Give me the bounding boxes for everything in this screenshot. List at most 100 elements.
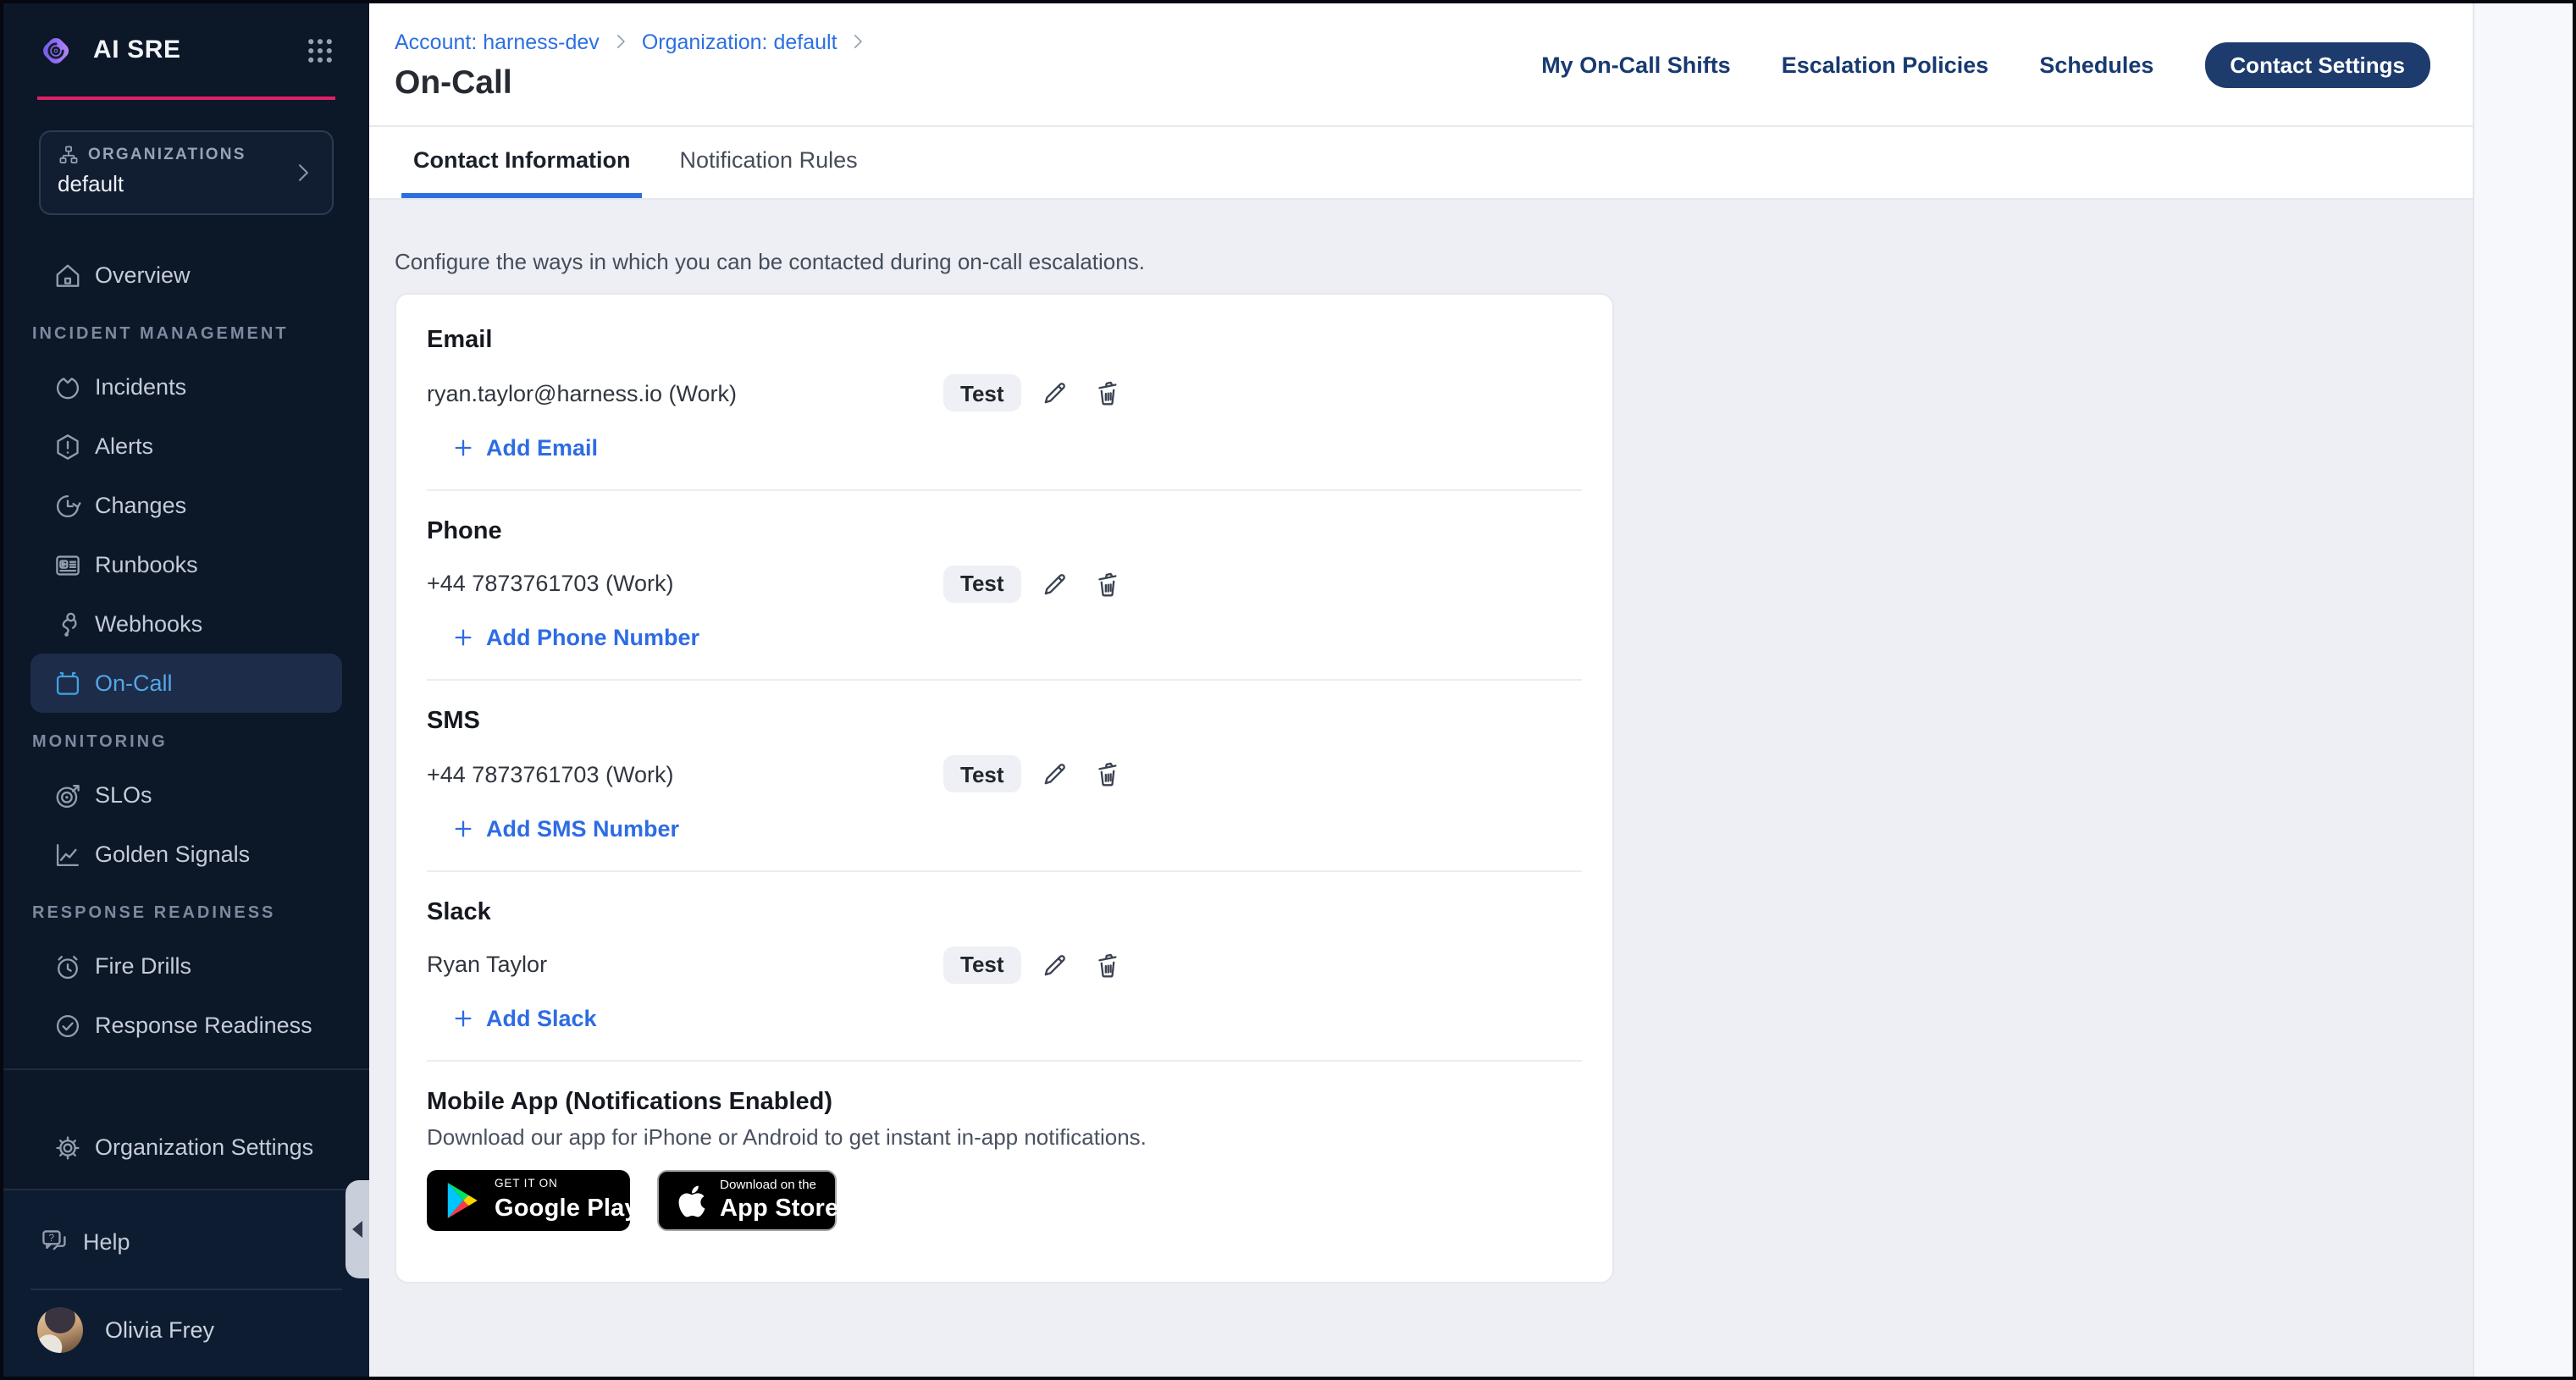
mobile-app-section: Mobile App (Notifications Enabled) Downl…	[427, 1062, 1582, 1282]
svg-text:?: ?	[49, 1233, 55, 1244]
edit-button[interactable]	[1040, 376, 1074, 410]
sidebar-item-overview[interactable]: Overview	[30, 246, 342, 305]
chevron-right-icon	[290, 159, 317, 186]
sidebar-item-help[interactable]: ? Help	[3, 1214, 369, 1268]
plus-icon	[452, 817, 474, 839]
chevron-right-icon	[610, 30, 632, 52]
add-link-label: Add Phone Number	[486, 625, 699, 650]
add-link-label: Add Slack	[486, 1006, 597, 1031]
help-chat-icon: ?	[39, 1226, 69, 1256]
test-button[interactable]: Test	[943, 374, 1021, 411]
app-switcher-icon[interactable]	[305, 35, 335, 65]
badge-store-name: Google Play	[495, 1196, 638, 1221]
contact-row: Ryan Taylor Test	[427, 944, 1582, 985]
organizations-label: ORGANIZATIONS	[88, 146, 246, 164]
runbook-window-icon	[53, 549, 83, 580]
breadcrumb-account[interactable]: Account: harness-dev	[395, 30, 600, 53]
section-heading: Slack	[427, 895, 1582, 929]
nav-schedules[interactable]: Schedules	[2039, 52, 2153, 78]
add-slack-link[interactable]: Add Slack	[452, 1003, 597, 1034]
edit-button[interactable]	[1040, 757, 1074, 791]
edit-button[interactable]	[1040, 947, 1074, 981]
plus-icon	[452, 627, 474, 649]
sidebar-item-label: Fire Drills	[95, 953, 191, 979]
contact-row: ryan.taylor@harness.io (Work) Test	[427, 373, 1582, 413]
test-button[interactable]: Test	[943, 565, 1021, 602]
sidebar-item-webhooks[interactable]: Webhooks	[30, 594, 342, 654]
target-icon	[53, 780, 83, 810]
badge-store-name: App Store	[720, 1197, 838, 1222]
chevron-right-icon	[848, 30, 870, 52]
app-store-badge[interactable]: Download on the App Store	[657, 1170, 837, 1231]
delete-button[interactable]	[1092, 757, 1126, 791]
gear-icon	[53, 1132, 83, 1162]
contact-row: +44 7873761703 (Work) Test	[427, 753, 1582, 794]
organization-selector[interactable]: ORGANIZATIONS default	[39, 130, 334, 215]
sidebar-item-label: Incidents	[95, 374, 186, 400]
apple-icon	[677, 1183, 706, 1218]
sidebar-item-fire-drills[interactable]: Fire Drills	[30, 936, 342, 996]
sidebar-item-label: Webhooks	[95, 611, 202, 637]
tab-notification-rules[interactable]: Notification Rules	[668, 127, 870, 198]
nav-my-on-call-shifts[interactable]: My On-Call Shifts	[1541, 52, 1731, 78]
user-menu[interactable]: Olivia Frey	[3, 1290, 369, 1377]
contact-information-card: Email ryan.taylor@harness.io (Work) Test	[395, 293, 1614, 1283]
plus-icon	[452, 436, 474, 458]
nav-contact-settings[interactable]: Contact Settings	[2204, 42, 2430, 88]
main-area: Account: harness-dev Organization: defau…	[369, 3, 2473, 1377]
add-sms-link[interactable]: Add SMS Number	[452, 813, 679, 843]
avatar[interactable]	[37, 1307, 83, 1353]
user-name: Olivia Frey	[105, 1317, 214, 1343]
trash-icon	[1092, 949, 1123, 980]
delete-button[interactable]	[1092, 376, 1126, 410]
brand-accent-rule	[37, 97, 335, 100]
sidebar-section-incident-management: INCIDENT MANAGEMENT	[3, 305, 369, 357]
delete-button[interactable]	[1092, 566, 1126, 600]
sidebar-collapse-handle[interactable]	[345, 1180, 369, 1278]
on-call-top-nav: My On-Call Shifts Escalation Policies Sc…	[1541, 3, 2430, 127]
sidebar-item-label: Alerts	[95, 433, 153, 459]
sidebar-item-label: Changes	[95, 493, 186, 518]
sidebar-item-slos[interactable]: SLOs	[30, 765, 342, 825]
section-heading: Phone	[427, 514, 1582, 548]
sidebar-item-organization-settings[interactable]: Organization Settings	[30, 1118, 342, 1177]
delete-button[interactable]	[1092, 947, 1126, 981]
store-badges: GET IT ON Google Play Download on the	[427, 1170, 1582, 1231]
tab-contact-information[interactable]: Contact Information	[401, 127, 643, 198]
trash-icon	[1092, 378, 1123, 408]
line-chart-icon	[53, 839, 83, 869]
sidebar-item-on-call[interactable]: On-Call	[30, 654, 342, 713]
add-link-label: Add SMS Number	[486, 815, 679, 841]
history-clock-icon	[53, 490, 83, 521]
incident-siren-icon	[53, 372, 83, 402]
ai-sre-logo-icon	[37, 31, 75, 69]
contact-entry: Ryan Taylor	[427, 952, 943, 977]
sidebar-item-changes[interactable]: Changes	[30, 476, 342, 535]
google-play-icon	[445, 1180, 481, 1221]
page-description: Configure the ways in which you can be c…	[395, 249, 2473, 274]
sidebar-item-golden-signals[interactable]: Golden Signals	[30, 825, 342, 884]
sidebar-item-runbooks[interactable]: Runbooks	[30, 535, 342, 594]
add-phone-link[interactable]: Add Phone Number	[452, 622, 699, 653]
pencil-icon	[1040, 759, 1070, 789]
org-tree-icon	[58, 144, 80, 166]
add-email-link[interactable]: Add Email	[452, 432, 598, 462]
contact-entry: +44 7873761703 (Work)	[427, 761, 943, 787]
google-play-badge[interactable]: GET IT ON Google Play	[427, 1170, 630, 1231]
sidebar-item-incidents[interactable]: Incidents	[30, 357, 342, 417]
sidebar-item-alerts[interactable]: Alerts	[30, 417, 342, 476]
nav-escalation-policies[interactable]: Escalation Policies	[1782, 52, 1989, 78]
sidebar-header: AI SRE	[3, 3, 369, 97]
contact-entry: ryan.taylor@harness.io (Work)	[427, 380, 943, 406]
badge-tagline: Download on the	[720, 1179, 838, 1192]
tab-bar: Contact Information Notification Rules	[369, 127, 2473, 200]
sidebar-bottom-band: ? Help Olivia Frey	[3, 1189, 369, 1377]
test-button[interactable]: Test	[943, 755, 1021, 792]
test-button[interactable]: Test	[943, 946, 1021, 983]
sidebar-item-label: Organization Settings	[95, 1134, 313, 1160]
sidebar-section-response-readiness: RESPONSE READINESS	[3, 884, 369, 936]
add-link-label: Add Email	[486, 434, 598, 460]
breadcrumb-organization[interactable]: Organization: default	[642, 30, 837, 53]
sidebar-item-response-readiness[interactable]: Response Readiness	[30, 996, 342, 1055]
edit-button[interactable]	[1040, 566, 1074, 600]
